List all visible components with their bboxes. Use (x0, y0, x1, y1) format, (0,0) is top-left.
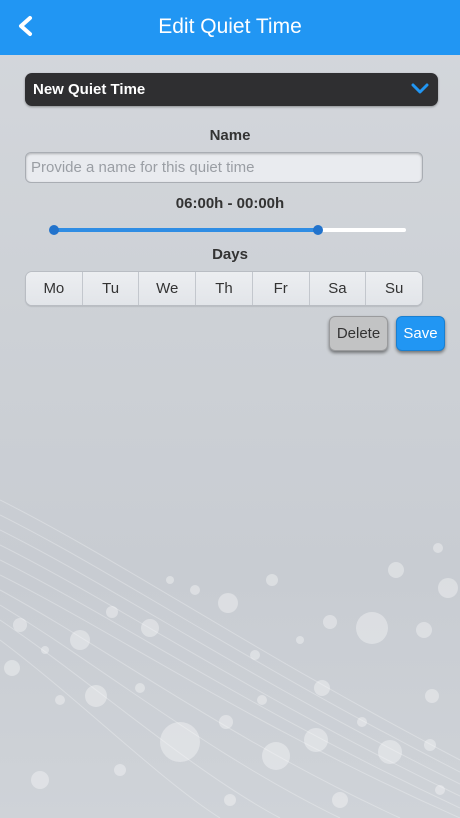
delete-button[interactable]: Delete (329, 316, 388, 351)
save-button[interactable]: Save (396, 316, 445, 351)
slider-start-handle[interactable] (49, 225, 59, 235)
day-button-sa[interactable]: Sa (309, 272, 367, 305)
slider-fill (54, 228, 318, 232)
chevron-down-icon (411, 83, 429, 94)
day-button-tu[interactable]: Tu (82, 272, 140, 305)
day-button-mo[interactable]: Mo (26, 272, 83, 305)
day-button-we[interactable]: We (139, 272, 197, 305)
day-button-su[interactable]: Su (366, 272, 422, 305)
name-input[interactable] (25, 152, 423, 183)
day-button-fr[interactable]: Fr (252, 272, 310, 305)
back-button[interactable] (12, 12, 40, 40)
time-range-label: 06:00h - 00:00h (175, 195, 285, 212)
app-header: Edit Quiet Time (0, 0, 460, 55)
page-title: Edit Quiet Time (158, 15, 302, 38)
background-decoration (0, 499, 460, 818)
time-range-slider[interactable] (49, 222, 410, 238)
slider-end-handle[interactable] (313, 225, 323, 235)
day-button-th[interactable]: Th (196, 272, 253, 305)
chevron-left-icon (19, 16, 32, 36)
selector-value: New Quiet Time (33, 81, 146, 98)
name-label: Name (209, 127, 251, 144)
quiet-time-selector[interactable]: New Quiet Time (25, 73, 438, 106)
days-selector: Mo Tu We Th Fr Sa Su (25, 271, 423, 306)
days-label: Days (212, 246, 248, 263)
